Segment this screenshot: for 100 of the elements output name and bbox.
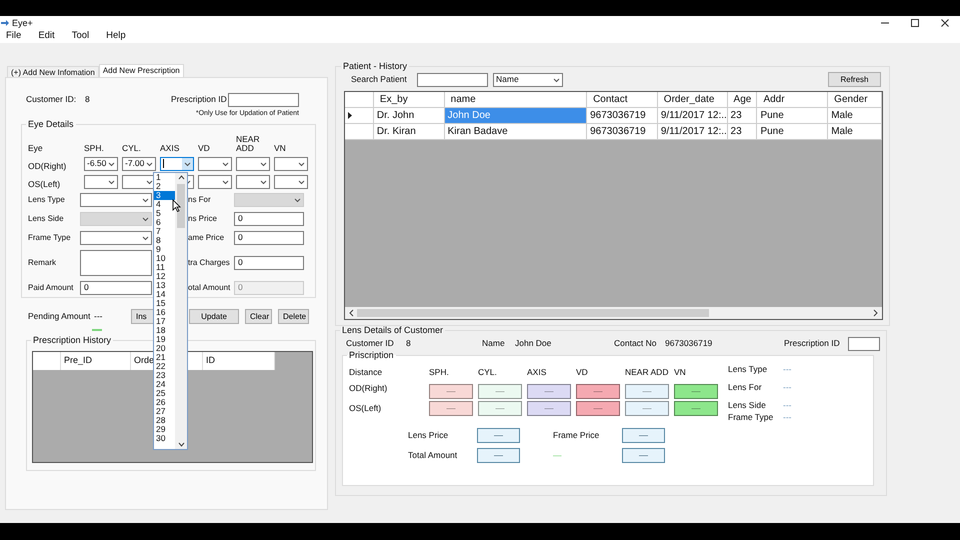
table-cell[interactable]: 9673036719	[587, 124, 658, 140]
list-option[interactable]: 12	[154, 272, 175, 281]
action-button[interactable]: Update	[189, 309, 239, 324]
input-field[interactable]: 0	[234, 256, 304, 270]
row-label: OD(Right)	[28, 162, 68, 171]
list-option[interactable]: 14	[154, 290, 175, 299]
input-field[interactable]: 0	[80, 280, 152, 295]
dropdown-field[interactable]: -7.00	[122, 156, 156, 171]
dropdown-field[interactable]	[236, 156, 270, 171]
list-option[interactable]: 17	[154, 317, 175, 326]
price-label: Lens Price	[408, 430, 450, 440]
list-option[interactable]: 9	[154, 245, 175, 254]
info-value: ---	[783, 365, 792, 375]
list-option[interactable]: 16	[154, 308, 175, 317]
price-label: Frame Price	[552, 430, 600, 440]
refresh-button[interactable]: Refresh	[828, 72, 881, 87]
dropdown-field[interactable]	[274, 156, 308, 171]
dropdown-field[interactable]	[198, 174, 232, 189]
menu-item[interactable]: Tool	[70, 31, 92, 42]
list-option[interactable]: 20	[154, 344, 175, 353]
row-label: OS(Left)	[349, 404, 382, 413]
dropdown-field[interactable]	[80, 230, 152, 245]
tab[interactable]: (+) Add New Infomation	[7, 66, 99, 77]
column-label: VD	[576, 368, 589, 377]
search-field[interactable]	[417, 72, 488, 86]
list-option[interactable]: 28	[154, 416, 175, 425]
list-option[interactable]: 1	[154, 173, 175, 182]
field-label: otal Amount	[188, 283, 232, 292]
table-cell[interactable]: 9/11/2017 12:...	[658, 124, 728, 140]
list-option[interactable]: 26	[154, 398, 175, 407]
remark-field[interactable]	[80, 250, 152, 276]
info-value: ---	[783, 400, 792, 410]
scroll-thumb[interactable]	[177, 184, 185, 228]
column-label: CYL.	[478, 368, 498, 377]
list-option[interactable]: 4	[154, 200, 175, 209]
scroll-thumb[interactable]	[357, 309, 709, 317]
list-option[interactable]: 3	[154, 191, 175, 200]
list-option[interactable]: 22	[154, 362, 175, 371]
list-option[interactable]: 11	[154, 263, 175, 272]
action-button[interactable]: Clear	[245, 309, 272, 324]
action-button[interactable]: Ins	[131, 309, 154, 324]
dropdown-field[interactable]	[122, 174, 156, 189]
column-label: VN	[274, 144, 287, 153]
menu-item[interactable]: Help	[104, 31, 128, 42]
list-option[interactable]: 15	[154, 299, 175, 308]
input-field[interactable]: 0	[234, 212, 304, 226]
table-cell[interactable]: Kiran Badave	[444, 124, 588, 140]
scrollbar[interactable]	[175, 173, 187, 449]
list-option[interactable]: 27	[154, 407, 175, 416]
column-label: SPH.	[429, 368, 450, 377]
row-label: OD(Right)	[349, 384, 388, 394]
tab[interactable]: Add New Prescription	[98, 64, 184, 77]
list-option[interactable]: 23	[154, 371, 175, 380]
value-box: —	[429, 384, 473, 399]
list-option[interactable]: 29	[154, 425, 175, 434]
list-option[interactable]: 30	[154, 434, 175, 443]
action-button[interactable]: Delete	[278, 309, 309, 324]
table-cell[interactable]: Dr. Kiran	[374, 124, 445, 140]
horizontal-scrollbar[interactable]	[345, 307, 882, 319]
list-option[interactable]: 2	[154, 182, 175, 191]
table-cell[interactable]: Pune	[757, 124, 828, 140]
menu-item[interactable]: File	[4, 31, 24, 42]
dropdown-field[interactable]	[236, 174, 270, 189]
value-box: —	[477, 428, 520, 443]
table-cell[interactable]: Male	[828, 124, 882, 140]
group-title: Eye Details	[27, 120, 75, 130]
dropdown-field[interactable]	[84, 174, 118, 189]
field-label: tra Charges	[188, 258, 231, 268]
list-option[interactable]: 6	[154, 218, 175, 227]
column-label: Eye	[28, 144, 44, 153]
input-field[interactable]: 0	[234, 230, 304, 245]
list-option[interactable]: 25	[154, 389, 175, 398]
list-option[interactable]: 7	[154, 227, 175, 236]
dropdown-field[interactable]: -6.50	[84, 156, 118, 171]
dropdown-field[interactable]	[274, 174, 308, 189]
value-box: —	[622, 448, 665, 463]
dropdown-field[interactable]	[80, 192, 152, 207]
input-field[interactable]	[228, 93, 299, 107]
list-option[interactable]: 5	[154, 209, 175, 218]
group-title: Lens Details of Customer	[341, 326, 444, 335]
value-box: —	[478, 384, 522, 399]
list-option[interactable]: 10	[154, 254, 175, 263]
field-label: ns Price	[188, 214, 218, 224]
list-option[interactable]: 21	[154, 353, 175, 362]
list-option[interactable]: 8	[154, 236, 175, 245]
info-label: Customer ID	[346, 339, 395, 349]
table-cell[interactable]: 23	[728, 124, 758, 140]
list-option[interactable]: 13	[154, 281, 175, 290]
dropdown-field[interactable]	[198, 156, 232, 171]
input-field[interactable]	[848, 337, 880, 351]
dropdown-field[interactable]	[160, 156, 194, 171]
info-value: John Doe	[515, 339, 552, 349]
list-option[interactable]: 18	[154, 326, 175, 335]
list-option[interactable]: 24	[154, 380, 175, 389]
list-option[interactable]: 19	[154, 335, 175, 344]
dropdown-field[interactable]: Name	[493, 72, 563, 86]
row-pointer-icon	[348, 112, 353, 119]
menu-item[interactable]: Edit	[36, 31, 57, 42]
info-label: Frame Type	[728, 413, 774, 424]
value-box: —	[477, 448, 520, 463]
